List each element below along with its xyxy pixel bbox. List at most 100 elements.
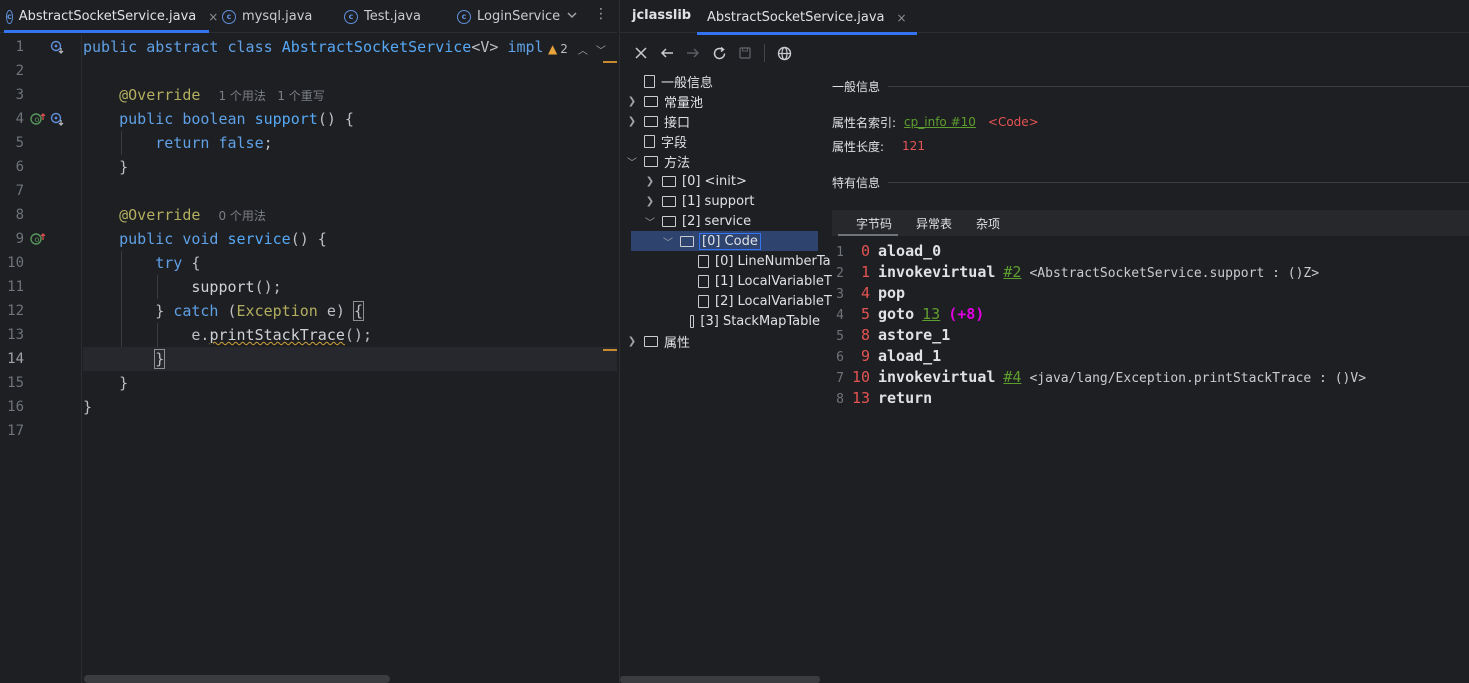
usage-hint[interactable]: 0 个用法 bbox=[218, 209, 265, 223]
chevron-right-icon[interactable]: ❯ bbox=[626, 116, 638, 127]
tree-item[interactable]: ❯ 接口 bbox=[626, 111, 690, 131]
code-line: public boolean support() { bbox=[119, 110, 354, 128]
forward-arrow-icon[interactable] bbox=[680, 42, 706, 64]
close-icon[interactable]: × bbox=[897, 11, 907, 25]
refresh-icon[interactable] bbox=[706, 42, 732, 64]
chevron-down-icon[interactable]: ﹀ bbox=[644, 214, 656, 229]
line-number: 1 bbox=[15, 39, 24, 55]
tree-item[interactable]: 一般信息 bbox=[626, 71, 713, 91]
folder-icon bbox=[662, 215, 676, 227]
line-number: 4 bbox=[15, 111, 24, 127]
chevron-down-icon[interactable]: ﹀ bbox=[596, 42, 606, 57]
folder-icon bbox=[662, 175, 676, 187]
override-up-icon[interactable]: o bbox=[30, 112, 46, 126]
code-line: public void service() { bbox=[119, 230, 327, 248]
folder-icon bbox=[662, 195, 676, 207]
editor-tab-bar: c AbstractSocketService.java × c mysql.j… bbox=[0, 0, 617, 33]
warning-squiggle[interactable]: printStackTrace bbox=[209, 326, 344, 344]
scrollbar-warning-marker[interactable] bbox=[603, 61, 617, 63]
panel-title: jclasslib bbox=[632, 8, 692, 23]
chevron-right-icon[interactable]: ❯ bbox=[644, 176, 656, 187]
horizontal-scrollbar[interactable] bbox=[84, 675, 390, 683]
tree-item[interactable]: ❯ 属性 bbox=[626, 331, 690, 351]
tree-item[interactable]: ﹀ [2] service bbox=[644, 211, 751, 231]
tab-mysql[interactable]: c mysql.java bbox=[222, 0, 312, 33]
folder-icon bbox=[644, 115, 658, 127]
line-number: 16 bbox=[7, 399, 24, 415]
bytecode-tab-bar: 字节码 异常表 杂项 bbox=[832, 210, 1469, 236]
tree-item[interactable]: [1] LocalVariableT bbox=[680, 271, 832, 291]
override-up-icon[interactable]: o bbox=[30, 232, 46, 246]
tab-exception-table[interactable]: 异常表 bbox=[904, 210, 964, 236]
line-number: 13 bbox=[7, 327, 24, 343]
tree-item[interactable]: [3] StackMapTable bbox=[680, 311, 820, 331]
back-arrow-icon[interactable] bbox=[654, 42, 680, 64]
jclasslib-panel: jclasslib AbstractSocketService.java × 一… bbox=[619, 0, 1469, 683]
tree-item[interactable]: ﹀ 方法 bbox=[626, 151, 690, 171]
line-number: 2 bbox=[15, 63, 24, 79]
close-icon[interactable] bbox=[628, 42, 654, 64]
class-icon: c bbox=[6, 9, 13, 24]
chevron-right-icon[interactable]: ❯ bbox=[644, 196, 656, 207]
file-icon bbox=[698, 254, 709, 268]
tab-label: AbstractSocketService.java bbox=[707, 10, 885, 25]
globe-icon[interactable] bbox=[771, 42, 797, 64]
vertical-ellipsis-icon[interactable]: ⋮ bbox=[594, 6, 608, 22]
jump-target-link[interactable]: 13 bbox=[922, 305, 940, 323]
tree-item[interactable]: ❯ [0] <init> bbox=[644, 171, 747, 191]
tab-misc[interactable]: 杂项 bbox=[964, 210, 1012, 236]
tree-item[interactable]: [0] LineNumberTa bbox=[680, 251, 831, 271]
bytecode-line: 5 8 astore_1 bbox=[836, 326, 951, 344]
line-number: 8 bbox=[15, 207, 24, 223]
tree-item[interactable]: 字段 bbox=[626, 131, 687, 151]
code-line: @Override 1 个用法 1 个重写 bbox=[119, 86, 325, 104]
tab-label: AbstractSocketService.java bbox=[18, 9, 197, 24]
svg-text:o: o bbox=[35, 235, 40, 244]
file-icon bbox=[698, 294, 709, 308]
tree-item-selected[interactable]: ﹀ [0] Code bbox=[631, 231, 818, 251]
folder-icon bbox=[644, 155, 658, 167]
folder-icon bbox=[644, 95, 658, 107]
chevron-down-icon[interactable]: ﹀ bbox=[662, 234, 674, 249]
line-number: 14 bbox=[7, 351, 24, 367]
tab-test[interactable]: c Test.java bbox=[344, 0, 421, 33]
save-icon[interactable] bbox=[732, 42, 758, 64]
tree-item[interactable]: [2] LocalVariableT bbox=[680, 291, 832, 311]
tab-login-service[interactable]: c LoginService bbox=[457, 0, 560, 33]
tab-abstract-socket-service[interactable]: c AbstractSocketService.java × bbox=[4, 0, 218, 33]
tab-bytecode[interactable]: 字节码 bbox=[832, 210, 904, 236]
bytecode-line: 8 13 return bbox=[836, 389, 933, 407]
code-line: @Override 0 个用法 bbox=[119, 206, 266, 224]
chevron-right-icon[interactable]: ❯ bbox=[626, 336, 638, 347]
constant-ref-link[interactable]: #2 bbox=[1003, 263, 1021, 281]
section-general-info: 一般信息 bbox=[832, 76, 1469, 96]
attr-length-row: 属性长度: 121 bbox=[832, 139, 925, 154]
implemented-down-icon[interactable] bbox=[50, 112, 64, 126]
tab-jclasslib-file[interactable]: AbstractSocketService.java × bbox=[697, 0, 917, 35]
constant-ref-link[interactable]: #4 bbox=[1003, 368, 1021, 386]
code-area[interactable]: public abstract class AbstractSocketServ… bbox=[83, 35, 617, 683]
cp-info-link[interactable]: cp_info #10 bbox=[904, 115, 976, 129]
code-line: } catch (Exception e) { bbox=[155, 301, 364, 321]
horizontal-scrollbar[interactable] bbox=[620, 676, 820, 683]
code-line: support(); bbox=[191, 278, 282, 296]
scrollbar-warning-marker[interactable] bbox=[603, 349, 617, 351]
chevron-down-icon[interactable]: ﹀ bbox=[626, 154, 638, 169]
jclasslib-toolbar bbox=[628, 42, 797, 64]
chevron-down-icon[interactable] bbox=[565, 8, 579, 22]
folder-icon bbox=[644, 335, 658, 347]
close-icon[interactable]: × bbox=[208, 10, 218, 24]
file-icon bbox=[644, 74, 655, 88]
tab-label: Test.java bbox=[364, 9, 421, 24]
usage-hint[interactable]: 1 个用法 1 个重写 bbox=[218, 89, 324, 103]
code-line: } bbox=[119, 158, 129, 176]
chevron-right-icon[interactable]: ❯ bbox=[626, 96, 638, 107]
tree-item[interactable]: ❯ [1] support bbox=[644, 191, 755, 211]
chevron-up-icon[interactable]: ︿ bbox=[578, 42, 588, 57]
tree-item[interactable]: ❯ 常量池 bbox=[626, 91, 703, 111]
attr-name-index-row: 属性名索引: cp_info #10 <Code> bbox=[832, 115, 1039, 130]
code-line: try { bbox=[155, 254, 201, 272]
line-gutter: 1 2 3 4 5 6 7 8 9 10 11 12 13 14 15 16 1… bbox=[0, 35, 82, 683]
inspection-widget[interactable]: ▲ 2 ︿ ﹀ bbox=[546, 40, 608, 58]
implemented-down-icon[interactable] bbox=[50, 40, 64, 54]
